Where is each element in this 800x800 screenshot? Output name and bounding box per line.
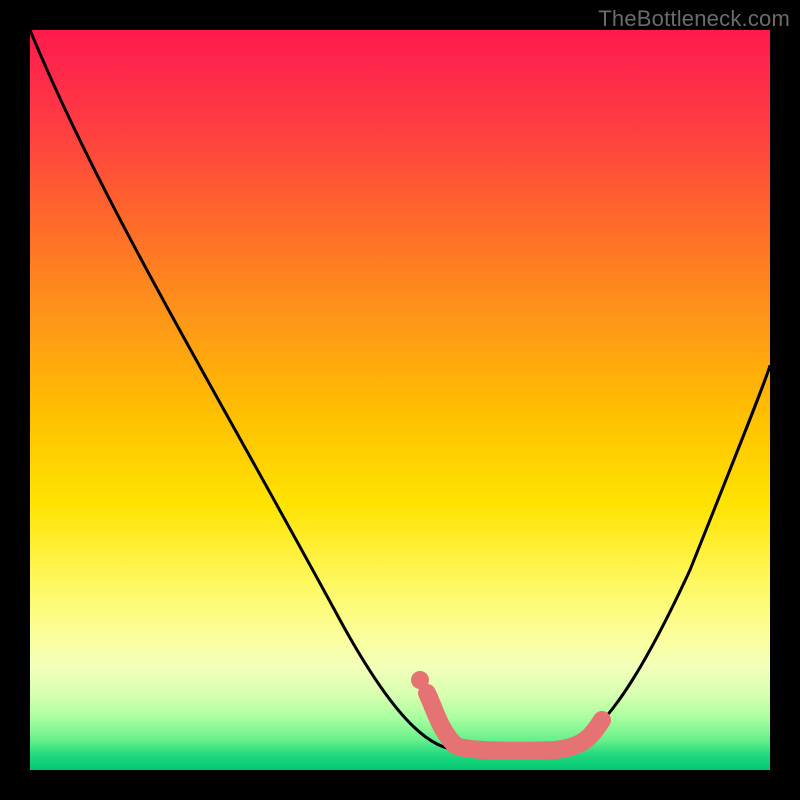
marker-left-lower: [424, 698, 442, 716]
bottleneck-chart: [30, 30, 770, 770]
chart-frame: [30, 30, 770, 770]
optimal-band-path: [427, 693, 602, 751]
bottleneck-curve-path: [30, 30, 770, 750]
marker-left-upper: [411, 671, 429, 689]
watermark-text: TheBottleneck.com: [598, 6, 790, 32]
